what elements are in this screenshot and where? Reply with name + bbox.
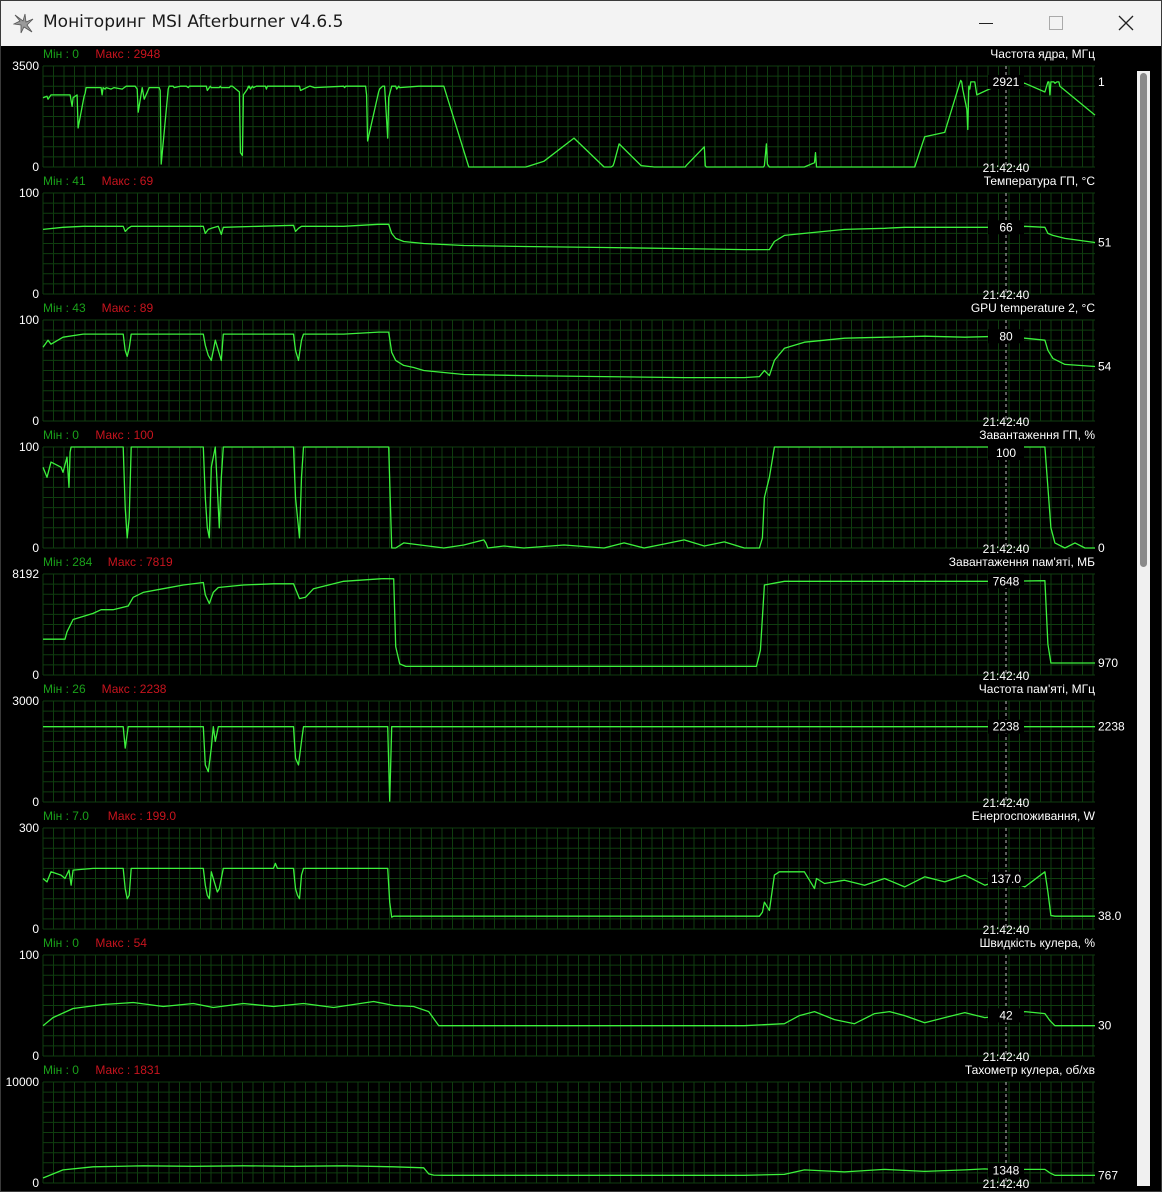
- graph-title: Завантаження ГП, %: [979, 428, 1095, 442]
- cursor-value-label: 1348: [993, 1163, 1020, 1177]
- min-label: Мін : 0: [43, 936, 79, 950]
- cursor-value-label: 80: [999, 329, 1013, 343]
- graph-title: Швидкість кулера, %: [979, 936, 1095, 950]
- max-label: Макс : 54: [95, 936, 147, 950]
- y-axis-min-label: 0: [32, 1049, 39, 1063]
- maximize-button[interactable]: [1021, 1, 1091, 46]
- minimize-icon: [979, 23, 993, 24]
- current-value-label: 767: [1098, 1168, 1118, 1182]
- maximize-icon: [1049, 16, 1063, 30]
- y-axis-min-label: 0: [32, 541, 39, 555]
- y-axis-min-label: 0: [32, 414, 39, 428]
- y-axis-max-label: 100: [19, 186, 39, 200]
- graphs-panel[interactable]: Мін : 0 Макс : 2948 Частота ядра, МГц 3500 0…: [1, 46, 1137, 1191]
- y-axis-max-label: 100: [19, 948, 39, 962]
- cursor-time-label: 21:42:40: [983, 669, 1030, 683]
- max-label: Макс : 7819: [108, 555, 173, 569]
- cursor-value-label: 66: [999, 220, 1013, 234]
- graph-title: Частота пам'яті, МГц: [979, 682, 1095, 696]
- graph-grid: [42, 573, 1095, 676]
- y-axis-min-label: 0: [32, 160, 39, 174]
- graph-grid: [42, 1081, 1095, 1184]
- afterburner-app-icon: [13, 13, 34, 34]
- current-value-label: 1: [1098, 75, 1105, 89]
- cursor-time-label: 21:42:40: [983, 161, 1030, 175]
- cursor-value-label: 2238: [993, 720, 1020, 734]
- close-icon: [1118, 15, 1134, 31]
- y-axis-max-label: 10000: [6, 1075, 40, 1089]
- cursor-time-label: 21:42:40: [983, 288, 1030, 302]
- minimize-button[interactable]: [951, 1, 1021, 46]
- cursor-value-label: 42: [999, 1008, 1013, 1022]
- graph-title: Тахометр кулера, об/хв: [965, 1063, 1095, 1077]
- y-axis-max-label: 3500: [12, 59, 39, 73]
- current-value-label: 0: [1098, 541, 1105, 555]
- cursor-time-label: 21:42:40: [983, 415, 1030, 429]
- max-label: Макс : 2238: [102, 682, 167, 696]
- y-axis-min-label: 0: [32, 1176, 39, 1190]
- min-label: Мін : 0: [43, 428, 79, 442]
- cursor-time-label: 21:42:40: [983, 796, 1030, 810]
- graph-title: Завантаження пам'яті, МБ: [949, 555, 1095, 569]
- graph-grid: [42, 446, 1095, 549]
- graph-grid: [42, 65, 1095, 168]
- min-label: Мін : 284: [43, 555, 93, 569]
- graph-title: Енергоспоживання, W: [972, 809, 1096, 823]
- current-value-label: 2238: [1098, 720, 1125, 734]
- vertical-scrollbar[interactable]: [1137, 71, 1150, 1186]
- current-value-label: 30: [1098, 1019, 1112, 1033]
- min-label: Мін : 0: [43, 1063, 79, 1077]
- monitoring-area: Мін : 0 Макс : 2948 Частота ядра, МГц 3500 0…: [1, 46, 1161, 1191]
- max-label: Макс : 2948: [95, 47, 160, 61]
- cursor-value-label: 137.0: [991, 872, 1021, 886]
- graph-grid: [42, 192, 1095, 295]
- cursor-value-label: 2921: [993, 75, 1020, 89]
- cursor-time-label: 21:42:40: [983, 542, 1030, 556]
- y-axis-min-label: 0: [32, 795, 39, 809]
- window-title: Моніторинг MSI Afterburner v4.6.5: [43, 12, 344, 32]
- y-axis-min-label: 0: [32, 668, 39, 682]
- cursor-time-label: 21:42:40: [983, 923, 1030, 937]
- graph-title: Температура ГП, °C: [984, 174, 1096, 188]
- cursor-value-label: 7648: [993, 574, 1020, 588]
- y-axis-max-label: 3000: [12, 694, 39, 708]
- title-bar[interactable]: Моніторинг MSI Afterburner v4.6.5: [1, 1, 1161, 46]
- min-label: Мін : 43: [43, 301, 86, 315]
- max-label: Макс : 1831: [95, 1063, 160, 1077]
- cursor-time-label: 21:42:40: [983, 1177, 1030, 1191]
- y-axis-min-label: 0: [32, 922, 39, 936]
- max-label: Макс : 89: [102, 301, 154, 315]
- max-label: Макс : 100: [95, 428, 154, 442]
- min-label: Мін : 41: [43, 174, 86, 188]
- cursor-time-label: 21:42:40: [983, 1050, 1030, 1064]
- current-value-label: 970: [1098, 656, 1118, 670]
- y-axis-max-label: 100: [19, 313, 39, 327]
- afterburner-monitor-window: Моніторинг MSI Afterburner v4.6.5 Мін : …: [0, 0, 1162, 1192]
- min-label: Мін : 7.0: [43, 809, 89, 823]
- y-axis-min-label: 0: [32, 287, 39, 301]
- min-label: Мін : 26: [43, 682, 86, 696]
- graph-grid: [42, 827, 1095, 930]
- max-label: Макс : 199.0: [108, 809, 177, 823]
- graph-title: Частота ядра, МГц: [990, 47, 1095, 61]
- y-axis-max-label: 100: [19, 440, 39, 454]
- current-value-label: 38.0: [1098, 909, 1122, 923]
- scrollbar-thumb[interactable]: [1140, 73, 1147, 567]
- graph-grid: [42, 319, 1095, 422]
- graph-grid: [42, 700, 1095, 803]
- cursor-value-label: 100: [996, 446, 1016, 460]
- current-value-label: 51: [1098, 235, 1112, 249]
- y-axis-max-label: 300: [19, 821, 39, 835]
- min-label: Мін : 0: [43, 47, 79, 61]
- y-axis-max-label: 8192: [12, 567, 39, 581]
- graph-title: GPU temperature 2, °C: [971, 301, 1096, 315]
- max-label: Макс : 69: [102, 174, 154, 188]
- close-button[interactable]: [1091, 1, 1161, 46]
- current-value-label: 54: [1098, 359, 1112, 373]
